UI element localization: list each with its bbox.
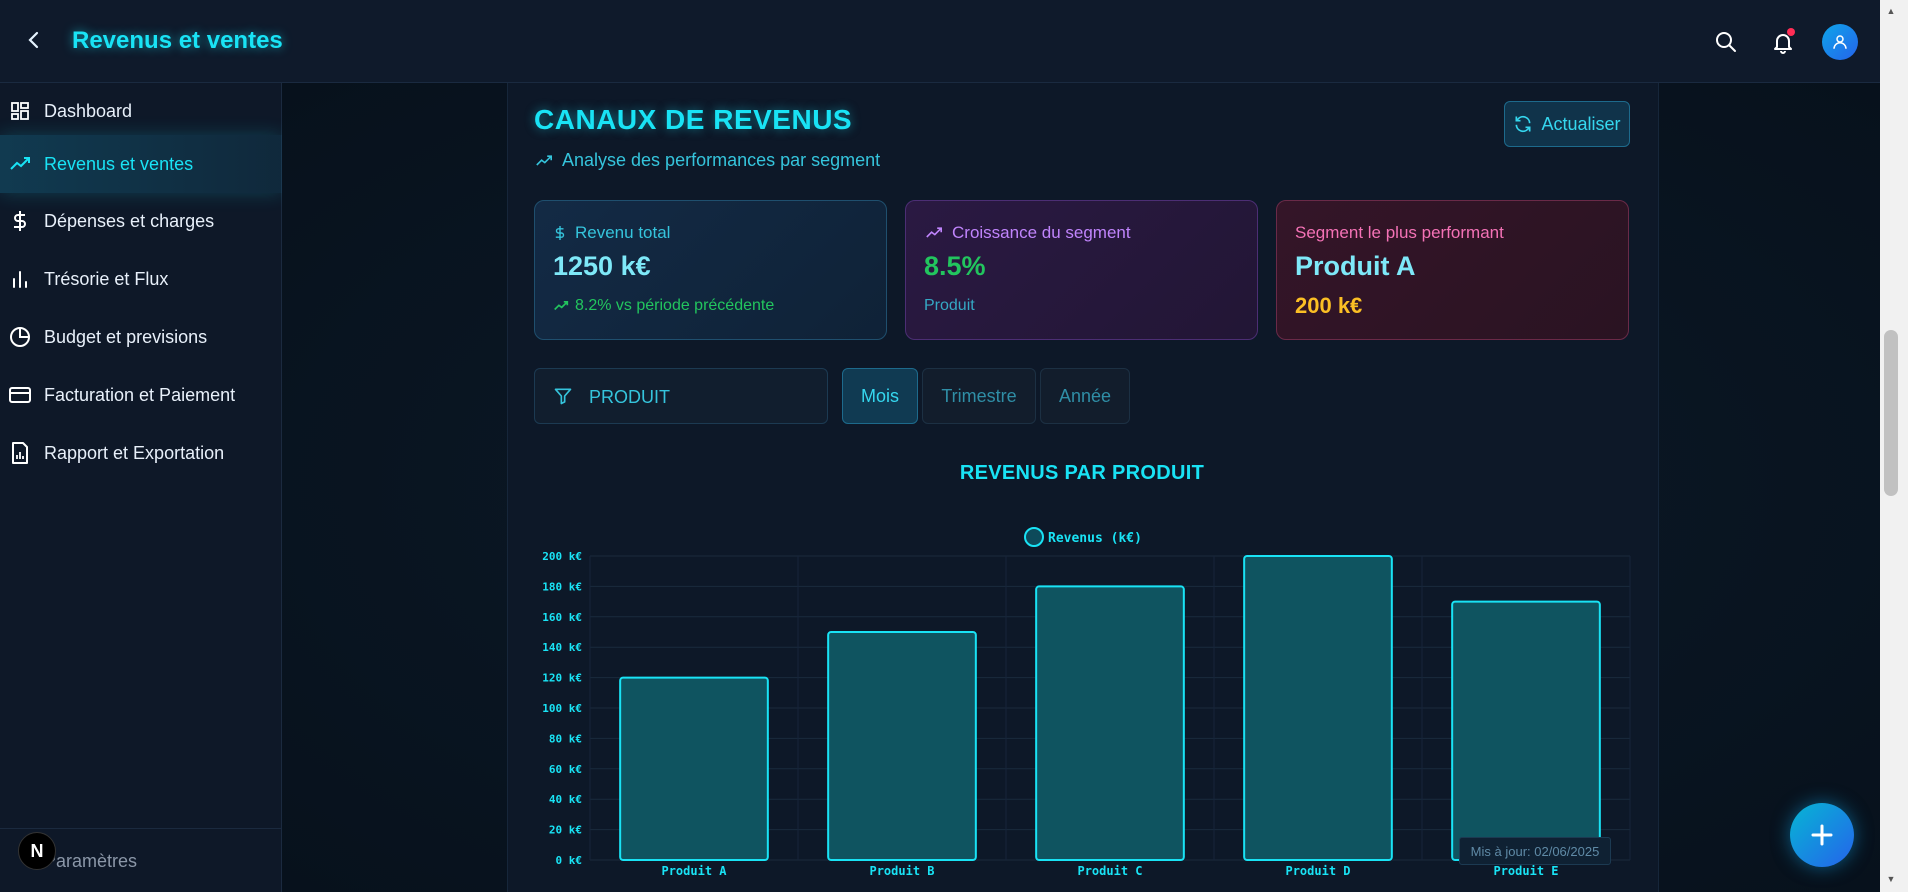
- sidebar-item-facturation[interactable]: Facturation et Paiement: [0, 367, 282, 423]
- period-button-mois[interactable]: Mois: [842, 368, 918, 424]
- credit-card-icon: [8, 383, 32, 407]
- bar: [619, 676, 769, 861]
- sidebar: Dashboard Revenus et ventes Dépenses et …: [0, 83, 282, 892]
- y-tick-label: 100 k€: [542, 702, 582, 715]
- section-subtitle: Analyse des performances par segment: [534, 150, 880, 171]
- sidebar-item-rapport[interactable]: Rapport et Exportation: [0, 425, 282, 481]
- card-label: Segment le plus performant: [1295, 223, 1504, 242]
- sidebar-item-dashboard[interactable]: Dashboard: [0, 83, 282, 139]
- add-button[interactable]: [1790, 803, 1854, 867]
- filter-label: PRODUIT: [589, 387, 670, 407]
- filter-icon: [553, 386, 573, 411]
- notification-dot: [1787, 28, 1795, 36]
- x-tick-label: Produit E: [1493, 864, 1558, 878]
- sidebar-item-label: Dépenses et charges: [44, 210, 215, 231]
- sidebar-item-label: Budget et previsions: [44, 326, 208, 347]
- x-tick-label: Produit A: [661, 864, 727, 878]
- scroll-thumb[interactable]: [1884, 330, 1898, 496]
- sidebar-item-depenses[interactable]: Dépenses et charges: [0, 193, 282, 249]
- card-label: Revenu total: [575, 223, 671, 242]
- avatar[interactable]: [1822, 24, 1858, 60]
- y-tick-label: 60 k€: [549, 763, 582, 776]
- search-icon[interactable]: [1712, 28, 1740, 56]
- legend-marker: [1024, 527, 1044, 547]
- sidebar-item-tresorie[interactable]: Trésorie et Flux: [0, 251, 282, 307]
- card-foot: 8.2% vs période précédente: [575, 297, 775, 314]
- refresh-icon: [1515, 115, 1531, 133]
- card-foot: 200 k€: [1295, 293, 1363, 318]
- trending-up-icon: [926, 227, 942, 238]
- bar: [1035, 585, 1185, 862]
- bar: [1243, 555, 1393, 861]
- sidebar-item-budget[interactable]: Budget et previsions: [0, 309, 282, 365]
- stat-card-revenue: Revenu total 1250 k€ 8.2% vs période pré…: [534, 200, 887, 340]
- y-tick-label: 20 k€: [549, 824, 582, 837]
- sidebar-item-revenus[interactable]: Revenus et ventes: [0, 135, 282, 193]
- chart-title: REVENUS PAR PRODUIT: [959, 462, 1205, 484]
- sidebar-item-label: Trésorie et Flux: [44, 268, 169, 289]
- stat-card-top-segment: Segment le plus performant Produit A 200…: [1276, 200, 1629, 340]
- y-tick-label: 40 k€: [549, 793, 582, 806]
- y-tick-label: 160 k€: [542, 611, 582, 624]
- subtitle-text: Analyse des performances par segment: [562, 150, 881, 170]
- x-tick-label: Produit B: [869, 864, 934, 878]
- card-label: Croissance du segment: [952, 223, 1131, 242]
- sidebar-item-label: Dashboard: [44, 100, 133, 121]
- bar: [1451, 600, 1601, 861]
- dollar-icon: [555, 226, 565, 240]
- top-bar: Revenus et ventes: [0, 0, 1880, 83]
- bar-chart-icon: [8, 267, 32, 291]
- back-icon[interactable]: [22, 28, 46, 52]
- x-tick-label: Produit D: [1285, 864, 1350, 878]
- scroll-down-icon[interactable]: ▼: [1884, 872, 1898, 886]
- card-foot: Produit: [924, 297, 975, 314]
- user-icon: [1833, 35, 1847, 49]
- refresh-button[interactable]: Actualiser: [1504, 101, 1630, 147]
- last-updated-label: Mis à jour: 02/06/2025: [1459, 837, 1611, 865]
- report-icon: [8, 441, 32, 465]
- card-value: 1250 k€: [553, 251, 651, 281]
- plus-icon: [1811, 824, 1833, 846]
- stat-card-growth: Croissance du segment 8.5% Produit: [905, 200, 1258, 340]
- sidebar-item-label: Rapport et Exportation: [44, 442, 225, 463]
- dashboard-icon: [8, 99, 32, 123]
- bell-icon[interactable]: [1769, 28, 1797, 56]
- period-button-trimestre[interactable]: Trimestre: [922, 368, 1036, 424]
- dollar-icon: [8, 209, 32, 233]
- sidebar-item-label: Revenus et ventes: [44, 153, 194, 174]
- refresh-label: Actualiser: [1541, 113, 1621, 134]
- y-tick-label: 200 k€: [542, 550, 582, 563]
- page-title: Revenus et ventes: [72, 27, 283, 54]
- card-value: 8.5%: [924, 251, 986, 281]
- y-tick-label: 180 k€: [542, 580, 582, 593]
- framework-badge[interactable]: N: [18, 832, 56, 870]
- y-tick-label: 80 k€: [549, 732, 582, 745]
- y-tick-label: 0 k€: [556, 854, 583, 867]
- bar: [827, 631, 977, 861]
- period-button-annee[interactable]: Année: [1040, 368, 1130, 424]
- legend-label: Revenus (k€): [1048, 531, 1142, 546]
- trending-up-icon: [8, 152, 32, 176]
- trending-up-icon: [536, 154, 552, 166]
- trending-up-icon: [554, 300, 569, 311]
- section-title: CANAUX DE REVENUS: [534, 104, 853, 135]
- pie-chart-icon: [8, 325, 32, 349]
- y-tick-label: 120 k€: [542, 672, 582, 685]
- card-value: Produit A: [1295, 251, 1416, 281]
- y-tick-label: 140 k€: [542, 641, 582, 654]
- x-tick-label: Produit C: [1077, 864, 1142, 878]
- settings-label: Paramètres: [44, 851, 138, 871]
- sidebar-item-label: Facturation et Paiement: [44, 384, 236, 405]
- segment-filter[interactable]: PRODUIT: [534, 368, 828, 424]
- bar-chart: Revenus (k€) 0 k€ 20 k€ 40 k€ 60 k€ 80 k€ 100 …: [542, 527, 1631, 878]
- scroll-up-icon[interactable]: ▲: [1884, 4, 1898, 18]
